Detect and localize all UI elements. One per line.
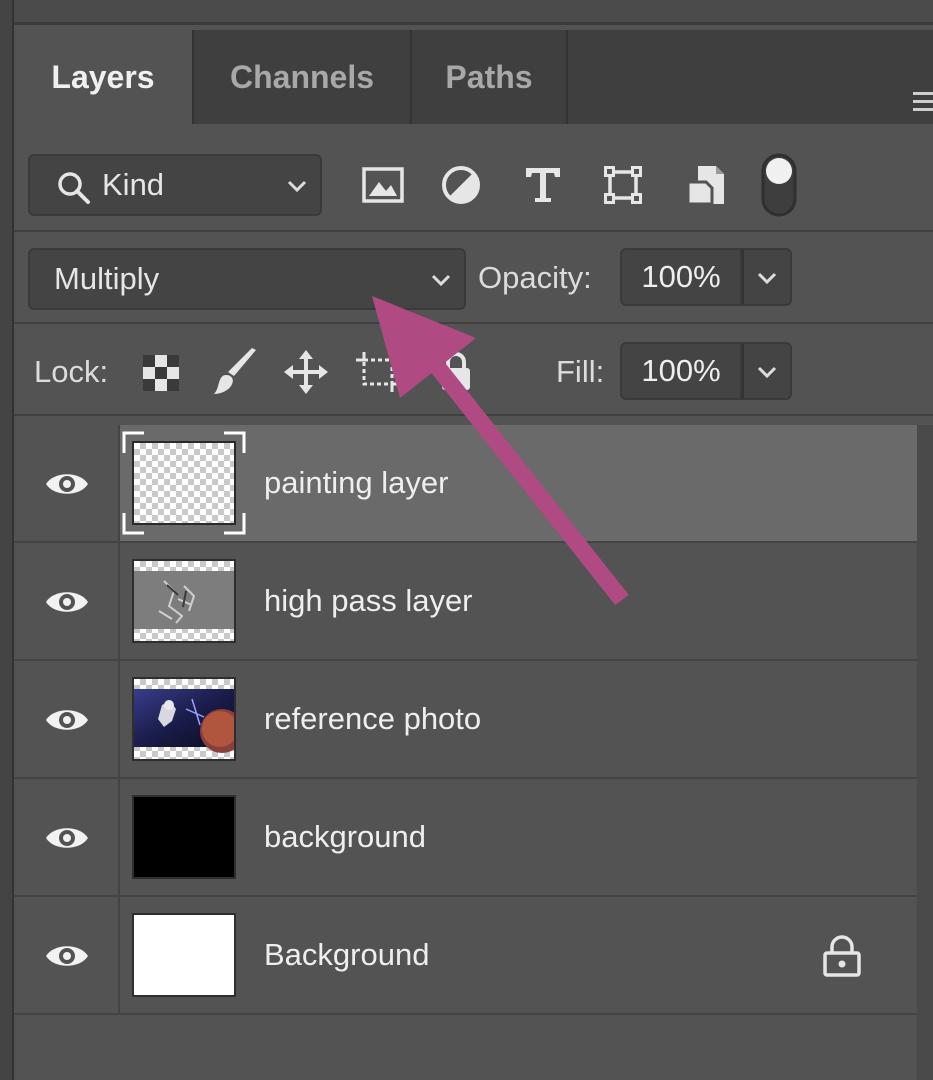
- layers-panel: Layers Channels Paths Kind Multiply Opac…: [0, 0, 933, 1080]
- annotation-arrow: [372, 296, 629, 606]
